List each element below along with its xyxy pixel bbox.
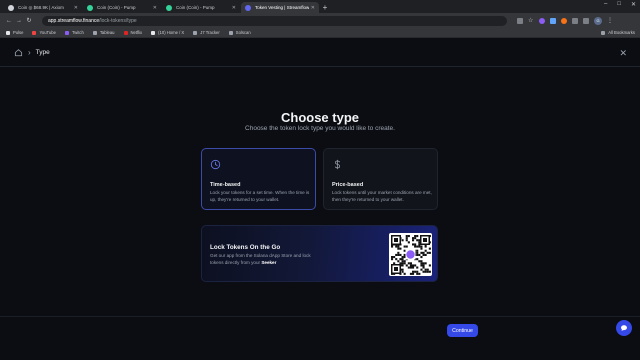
browser-tab[interactable]: Coin ◎ $68.9K | Axiom ✕ — [4, 2, 82, 13]
address-bar[interactable]: app.streamflow.finance/lock-tokens/type — [42, 15, 507, 26]
bookmark-item[interactable]: Twitch — [64, 30, 84, 35]
bookmark-favicon-icon — [92, 30, 97, 35]
tab-label: Coin (Coin) - Pump — [176, 5, 215, 10]
tab-favicon-icon — [8, 4, 14, 11]
bookmarks-bar: Pulse YouTube Twitch Tableau Netflix (10) Hom… — [0, 28, 640, 38]
bookmark-item[interactable]: YouTube — [32, 30, 56, 35]
promo-title: Lock Tokens On the Go — [210, 244, 281, 251]
profile-avatar[interactable]: G — [594, 16, 602, 25]
clock-icon — [210, 159, 221, 170]
app-header: › Type ✕ — [0, 39, 640, 67]
tab-favicon-icon — [245, 4, 251, 11]
url-host: app.streamflow.finance — [48, 17, 100, 24]
bookmark-favicon-icon — [64, 30, 69, 35]
chat-support-button[interactable] — [616, 320, 632, 336]
bookmark-favicon-icon — [6, 30, 10, 35]
install-app-icon[interactable] — [517, 17, 523, 24]
promo-description: Get our app from the Solana dApp Store a… — [210, 253, 320, 266]
card-price-based[interactable]: Price-based Lock tokens until your marke… — [323, 148, 438, 210]
browser-tab[interactable]: Coin (Coin) - Pump ✕ — [83, 2, 161, 13]
home-icon[interactable] — [14, 48, 23, 57]
extension-fox-icon[interactable] — [561, 17, 567, 24]
bookmark-item[interactable]: Pulse — [6, 30, 23, 35]
extension-blue-icon[interactable] — [550, 17, 556, 24]
bookmark-favicon-icon — [32, 30, 37, 35]
bookmark-label: Tableau — [99, 30, 115, 35]
bookmark-label: J7 Tracker — [200, 30, 220, 35]
maximize-icon[interactable]: □ — [617, 1, 621, 8]
chat-bubble-icon — [621, 325, 627, 331]
chevron-right-icon: › — [28, 48, 31, 57]
tab-close-icon[interactable]: ✕ — [74, 5, 78, 11]
sidebar-icon[interactable] — [583, 17, 589, 24]
new-tab-button[interactable]: + — [320, 2, 330, 13]
all-bookmarks[interactable]: All Bookmarks — [601, 30, 635, 35]
card-time-based[interactable]: Time-based Lock your tokens for a set ti… — [201, 148, 316, 210]
card-title: Price-based — [332, 182, 364, 188]
bookmark-item[interactable]: (10) Home / X — [151, 30, 184, 35]
browser-menu-icon[interactable]: ⋮ — [607, 17, 613, 24]
card-description: Lock tokens until your market conditions… — [332, 190, 432, 202]
tab-close-icon[interactable]: ✕ — [153, 5, 157, 11]
tab-label: Coin (Coin) - Pump — [97, 5, 136, 10]
page-subtitle: Choose the token lock type you would lik… — [245, 125, 395, 132]
mobile-app-promo-banner: Lock Tokens On the Go Get our app from t… — [201, 225, 438, 282]
browser-tab[interactable]: Coin (Coin) - Pump ✕ — [162, 2, 240, 13]
bookmark-label: Netflix — [130, 30, 143, 35]
all-bookmarks-label: All Bookmarks — [608, 30, 635, 35]
bookmark-favicon-icon — [151, 30, 156, 35]
tab-close-icon[interactable]: ✕ — [311, 5, 315, 11]
bookmark-label: Solscan — [235, 30, 251, 35]
card-description: Lock your tokens for a set time. When th… — [210, 190, 310, 202]
footer-divider — [0, 316, 640, 317]
promo-description-bold: Seeker — [261, 259, 277, 265]
back-icon[interactable]: ← — [4, 18, 14, 24]
bookmark-label: (10) Home / X — [158, 30, 185, 35]
bookmark-label: YouTube — [39, 30, 56, 35]
tab-favicon-icon — [166, 4, 172, 11]
reload-icon[interactable]: ↻ — [24, 17, 34, 24]
bookmark-label: Pulse — [13, 30, 24, 35]
bookmark-item[interactable]: J7 Tracker — [193, 30, 220, 35]
tab-label: Coin ◎ $68.9K | Axiom — [18, 4, 64, 10]
close-icon[interactable]: ✕ — [619, 48, 627, 58]
tab-close-icon[interactable]: ✕ — [232, 5, 236, 11]
forward-icon[interactable]: → — [14, 18, 24, 24]
continue-button[interactable]: Continue — [447, 324, 478, 337]
browser-tab-bar: Coin ◎ $68.9K | Axiom ✕ Coin (Coin) - Pump… — [0, 0, 640, 13]
minimize-icon[interactable]: – — [604, 1, 607, 8]
qr-code-image — [391, 235, 431, 275]
extension-purple-icon[interactable] — [539, 17, 545, 24]
dollar-icon — [334, 159, 341, 170]
bookmark-item[interactable]: Solscan — [228, 30, 251, 35]
bookmark-item[interactable]: Netflix — [123, 30, 143, 35]
qr-code[interactable] — [389, 233, 432, 276]
page-title: Choose type — [280, 110, 359, 125]
bookmark-item[interactable]: Tableau — [92, 30, 115, 35]
card-title: Time-based — [210, 182, 241, 188]
folder-icon — [601, 30, 606, 35]
window-controls: – □ ✕ — [604, 1, 636, 8]
close-window-icon[interactable]: ✕ — [631, 1, 636, 8]
browser-tab[interactable]: Token Vesting | Streamflow ✕ — [241, 2, 319, 13]
bookmark-favicon-icon — [123, 30, 128, 35]
url-path: /lock-tokens/type — [99, 17, 137, 24]
extensions-puzzle-icon[interactable] — [572, 17, 578, 24]
bookmark-label: Twitch — [71, 30, 84, 35]
bookmark-favicon-icon — [228, 30, 233, 35]
tab-favicon-icon — [87, 4, 93, 11]
tab-label: Token Vesting | Streamflow — [255, 5, 309, 10]
breadcrumb-current: Type — [35, 49, 50, 56]
bookmark-star-icon[interactable]: ☆ — [528, 18, 534, 24]
bookmark-favicon-icon — [193, 30, 198, 35]
browser-toolbar: ← → ↻ app.streamflow.finance/lock-tokens… — [0, 13, 640, 28]
